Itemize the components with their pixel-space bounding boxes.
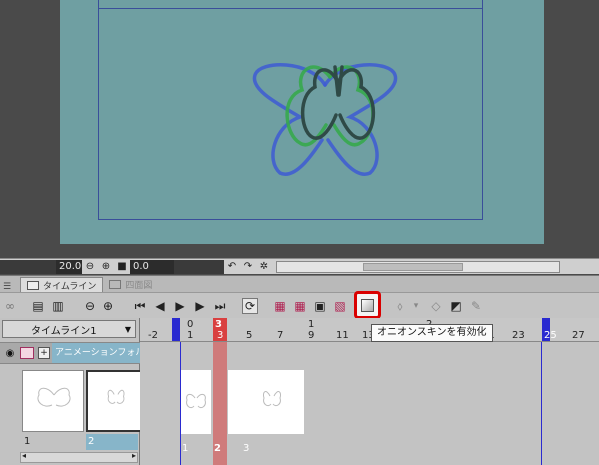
reset-rotation-icon[interactable]: ✲ <box>258 261 270 273</box>
layer-row[interactable]: ◉ + アニメーションフォルダ <box>0 342 140 364</box>
cel-label-1: 1 <box>24 436 31 447</box>
range-end-line <box>541 342 542 465</box>
cel-frame-2[interactable] <box>228 370 243 434</box>
range-start-marker[interactable] <box>172 318 180 341</box>
butterfly-thumbnail-icon <box>186 393 206 409</box>
rotate-right-icon[interactable]: ↷ <box>242 261 254 273</box>
four-view-tab-icon <box>109 280 122 289</box>
ruler-label: 11 <box>336 330 349 341</box>
frame-number: 3 <box>243 443 250 454</box>
enable-onion-skin-button[interactable] <box>354 291 381 319</box>
edit-icon[interactable]: ✎ <box>468 298 484 314</box>
ruler-label: 9 <box>308 330 315 341</box>
second-marker: 0 <box>187 319 194 330</box>
butterfly-thumbnail-icon <box>107 389 125 404</box>
tab-timeline[interactable]: タイムライン <box>20 277 104 292</box>
second-marker: 1 <box>308 319 315 330</box>
timeline-settings-icon[interactable]: ▥ <box>50 298 66 314</box>
panel-tab-bar: ☰ タイムライン 四面図 <box>0 275 599 292</box>
panel-menu-icon[interactable]: ☰ <box>0 282 20 292</box>
last-frame-icon[interactable]: ⏭ <box>212 298 228 314</box>
paper[interactable] <box>60 0 544 244</box>
scroll-right-icon[interactable]: ▸ <box>132 451 136 460</box>
animation-folder-icon <box>20 347 34 359</box>
ruler-label: 25 <box>544 330 557 341</box>
scroll-left-icon[interactable]: ◂ <box>22 451 26 460</box>
eye-icon[interactable]: ◉ <box>0 348 20 359</box>
butterfly-thumbnail-icon <box>37 387 71 407</box>
delete-cel-icon[interactable]: ▧ <box>332 298 348 314</box>
cel-thumbnail-2[interactable] <box>86 370 148 432</box>
lightbox-icon[interactable]: ◩ <box>448 298 464 314</box>
ruler-label: 1 <box>187 330 194 341</box>
frame-number: 1 <box>182 443 189 454</box>
zoom-out-icon[interactable]: ⊖ <box>82 298 98 314</box>
cel-label-2[interactable]: 2 <box>86 434 138 450</box>
ruler-label: 3 <box>217 330 224 341</box>
frame-ruler[interactable]: 0 3 1 2 -2 1 3 5 7 9 11 13 15 17 19 21 2… <box>140 318 599 342</box>
cel-frame-1[interactable] <box>181 370 211 434</box>
timeline-track[interactable]: 1 2 3 <box>140 342 599 465</box>
ruler-label: 7 <box>277 330 284 341</box>
navigator-strip <box>0 259 56 274</box>
zoom-out-icon[interactable]: ⊖ <box>84 261 96 273</box>
specify-cel-icon[interactable]: ▣ <box>312 298 328 314</box>
previous-frame-icon[interactable]: ◀ <box>152 298 168 314</box>
add-keyframe-icon[interactable]: ◇ <box>428 298 444 314</box>
timeline-select-value: タイムライン1 <box>31 325 97 337</box>
rotation-value[interactable]: 0.0 <box>130 259 174 274</box>
current-frame-number: 3 <box>215 319 222 330</box>
layer-name[interactable]: アニメーションフォルダ <box>52 343 140 363</box>
tab-four-view[interactable]: 四面図 <box>103 277 158 292</box>
layer-panel-scrollbar[interactable]: ◂ ▸ <box>20 451 138 463</box>
timeline-tab-icon <box>27 280 39 290</box>
expand-folder-icon[interactable]: + <box>38 347 50 359</box>
frame-number: 2 <box>214 443 221 454</box>
loop-playback-icon[interactable]: ⟳ <box>242 298 258 314</box>
onion-skin-icon <box>361 298 374 312</box>
zoom-in-icon[interactable]: ⊕ <box>100 298 116 314</box>
new-animation-folder-icon[interactable]: ▦ <box>272 298 288 314</box>
play-icon[interactable]: ▶ <box>172 298 188 314</box>
keyframe-icon[interactable]: ⬨ <box>392 298 408 314</box>
onion-skin-tooltip: オニオンスキンを有効化 <box>371 324 493 342</box>
ruler-label: 5 <box>246 330 253 341</box>
sync-icon[interactable]: ∞ <box>2 298 18 314</box>
ruler-label: -2 <box>148 330 158 341</box>
canvas-area[interactable] <box>0 0 599 258</box>
timeline-select[interactable]: タイムライン1 ▼ <box>2 320 136 338</box>
zoom-in-icon[interactable]: ⊕ <box>100 261 112 273</box>
next-frame-icon[interactable]: ▶ <box>192 298 208 314</box>
view-status-bar: 20.0 ⊖ ⊕ ■ 0.0 ↶ ↷ ✲ <box>0 258 599 274</box>
onion-skin-butterfly-drawing <box>252 63 398 176</box>
chevron-down-icon: ▼ <box>124 324 131 334</box>
cel-frame-3[interactable] <box>242 370 304 434</box>
horizontal-scrollbar[interactable] <box>276 260 560 273</box>
cel-thumbnail-1[interactable] <box>22 370 84 432</box>
tab-four-view-label: 四面図 <box>125 281 153 291</box>
layer-panel: タイムライン1 ▼ ◉ + アニメーションフォルダ 1 2 ◂ ▸ <box>0 318 148 465</box>
tab-timeline-label: タイムライン <box>43 281 97 292</box>
rotation-slider[interactable] <box>174 259 224 274</box>
ruler-label: 23 <box>512 330 525 341</box>
ruler-label: 27 <box>572 330 585 341</box>
new-animation-cel-icon[interactable]: ▦ <box>292 298 308 314</box>
zoom-value[interactable]: 20.0 <box>56 259 82 274</box>
timeline-toolbar: ∞ ▤ ▥ ⊖ ⊕ ⏮ ◀ ▶ ▶ ⏭ ⟳ ▦ ▦ ▣ ▧ ⬨ ▾ ◇ ◩ ✎ <box>0 292 599 318</box>
butterfly-thumbnail-icon <box>263 391 281 407</box>
first-frame-icon[interactable]: ⏮ <box>132 298 148 314</box>
keyframe-dropdown-icon[interactable]: ▾ <box>408 298 424 314</box>
new-timeline-icon[interactable]: ▤ <box>30 298 46 314</box>
fit-screen-icon[interactable]: ■ <box>116 261 128 273</box>
scroll-thumb[interactable] <box>363 262 463 271</box>
rotate-left-icon[interactable]: ↶ <box>226 261 238 273</box>
